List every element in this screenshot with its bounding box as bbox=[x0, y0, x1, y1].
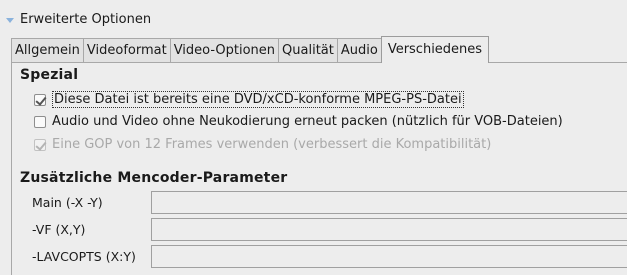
tab-video-optionen[interactable]: Video-Optionen bbox=[169, 38, 280, 62]
option-gop-12: Eine GOP von 12 Frames verwenden (verbes… bbox=[34, 137, 491, 152]
param-label-main: Main (-X -Y) bbox=[32, 195, 103, 210]
tab-qualitaet[interactable]: Qualität bbox=[278, 38, 338, 62]
option-remux-no-reencode[interactable]: Audio und Video ohne Neukodierung erneut… bbox=[34, 114, 563, 129]
checkbox-dvd-conform[interactable] bbox=[34, 93, 46, 106]
tab-audio[interactable]: Audio bbox=[336, 38, 382, 62]
expander-triangle-icon[interactable] bbox=[6, 17, 14, 23]
section-title-mencoder-params: Zusätzliche Mencoder-Parameter bbox=[20, 170, 288, 186]
tab-videoformat[interactable]: Videoformat bbox=[82, 38, 171, 62]
section-title-spezial: Spezial bbox=[20, 67, 79, 83]
tab-allgemein[interactable]: Allgemein bbox=[11, 38, 84, 62]
tab-bar: Allgemein Videoformat Video-Optionen Qua… bbox=[11, 35, 490, 63]
checkbox-gop-12 bbox=[34, 138, 46, 151]
param-label-lavcopts: -LAVCOPTS (X:Y) bbox=[32, 249, 136, 264]
option-remux-no-reencode-label[interactable]: Audio und Video ohne Neukodierung erneut… bbox=[52, 114, 563, 129]
param-label-vf: -VF (X,Y) bbox=[32, 222, 86, 237]
option-gop-12-label: Eine GOP von 12 Frames verwenden (verbes… bbox=[52, 137, 492, 152]
expander-label[interactable]: Erweiterte Optionen bbox=[20, 12, 151, 27]
option-dvd-conform[interactable]: Diese Datei ist bereits eine DVD/xCD-kon… bbox=[34, 91, 464, 108]
checkbox-remux-no-reencode[interactable] bbox=[34, 115, 46, 128]
advanced-options-expander[interactable]: Erweiterte Optionen bbox=[6, 12, 151, 27]
param-input-lavcopts[interactable] bbox=[151, 245, 627, 268]
param-input-main[interactable] bbox=[151, 191, 627, 214]
param-row-main: Main (-X -Y) bbox=[32, 190, 627, 215]
option-dvd-conform-label[interactable]: Diese Datei ist bereits eine DVD/xCD-kon… bbox=[52, 91, 464, 108]
param-input-vf[interactable] bbox=[151, 218, 627, 241]
param-row-lavcopts: -LAVCOPTS (X:Y) bbox=[32, 244, 627, 269]
tab-verschiedenes[interactable]: Verschiedenes bbox=[380, 36, 490, 63]
param-row-vf: -VF (X,Y) bbox=[32, 217, 627, 242]
